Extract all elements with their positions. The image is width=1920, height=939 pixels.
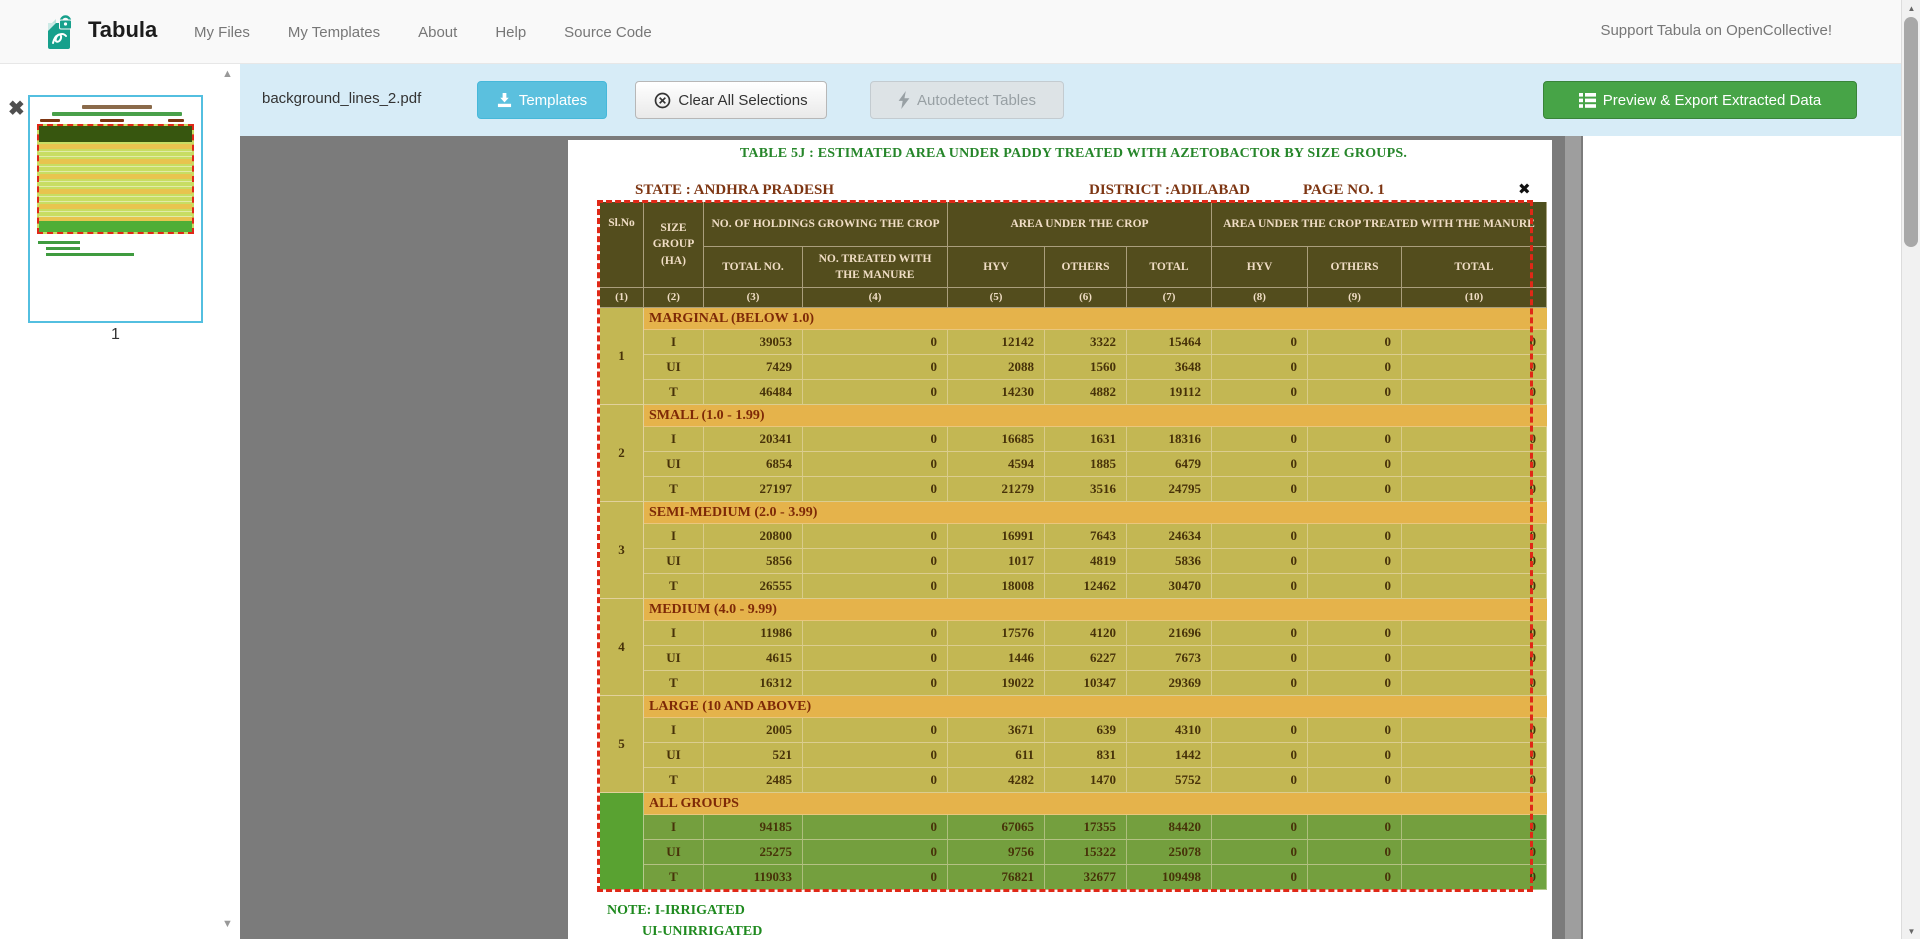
- autodetect-tables-button[interactable]: Autodetect Tables: [870, 81, 1064, 119]
- brand-title[interactable]: Tabula: [88, 17, 157, 43]
- table-list-icon: [1579, 93, 1596, 108]
- sidebar: ▲ ✖ 1 ▼: [0, 64, 240, 939]
- support-link[interactable]: Support Tabula on OpenCollective!: [1600, 22, 1832, 39]
- templates-button[interactable]: Templates: [477, 81, 607, 119]
- thumb-note-line: [38, 241, 80, 244]
- pdf-page-number-label: PAGE NO. 1: [1303, 182, 1385, 199]
- pdf-district-label: DISTRICT :ADILABAD: [1089, 182, 1250, 199]
- sidebar-scroll-down-icon[interactable]: ▼: [222, 918, 233, 930]
- pdf-table-title: TABLE 5J : ESTIMATED AREA UNDER PADDY TR…: [600, 146, 1547, 162]
- pdf-viewer-area: TABLE 5J : ESTIMATED AREA UNDER PADDY TR…: [240, 136, 1583, 939]
- tabula-logo-icon[interactable]: [46, 13, 78, 51]
- pdf-page[interactable]: TABLE 5J : ESTIMATED AREA UNDER PADDY TR…: [568, 140, 1552, 939]
- thumb-title-line: [82, 105, 152, 109]
- pdf-note-line-1: NOTE: I-IRRIGATED: [607, 903, 745, 919]
- toolbar: background_lines_2.pdf Templates Clear A…: [240, 64, 1920, 136]
- table-selection-box[interactable]: [597, 200, 1533, 892]
- clear-button-label: Clear All Selections: [678, 92, 807, 109]
- lightning-bolt-icon: [898, 91, 910, 109]
- circle-x-icon: [654, 92, 671, 109]
- nav-item-my-templates[interactable]: My Templates: [288, 24, 380, 41]
- selection-close-icon[interactable]: ✖: [1518, 180, 1531, 198]
- nav-item-source-code[interactable]: Source Code: [564, 24, 652, 41]
- window-scrollbar[interactable]: ▲ ▼: [1901, 0, 1920, 939]
- autodetect-button-label: Autodetect Tables: [917, 92, 1036, 109]
- thumb-note-line: [46, 247, 80, 250]
- nav-item-my-files[interactable]: My Files: [194, 24, 250, 41]
- nav-item-help[interactable]: Help: [495, 24, 526, 41]
- open-file-name: background_lines_2.pdf: [262, 90, 421, 107]
- export-button-label: Preview & Export Extracted Data: [1603, 92, 1821, 109]
- scrollbar-up-icon[interactable]: ▲: [1902, 0, 1920, 16]
- scrollbar-thumb[interactable]: [1904, 17, 1918, 247]
- thumb-table-rows: [39, 142, 192, 225]
- templates-button-label: Templates: [519, 92, 587, 109]
- thumb-meta-line: [100, 119, 124, 122]
- thumb-note-line: [46, 253, 134, 256]
- nav-items: My Files My Templates About Help Source Code: [194, 0, 652, 64]
- remove-file-icon[interactable]: ✖: [8, 96, 25, 121]
- thumb-meta-line: [168, 119, 184, 122]
- page-thumbnail[interactable]: [28, 95, 203, 323]
- preview-export-button[interactable]: Preview & Export Extracted Data: [1543, 81, 1857, 119]
- save-icon: [497, 93, 512, 108]
- thumbnail-table-selection: [37, 124, 194, 234]
- sidebar-scroll-up-icon[interactable]: ▲: [222, 68, 233, 80]
- scrollbar-down-icon[interactable]: ▼: [1902, 923, 1920, 939]
- pdf-note-line-2: UI-UNIRRIGATED: [642, 924, 762, 939]
- top-nav: Tabula My Files My Templates About Help Sour…: [0, 0, 1920, 64]
- nav-item-about[interactable]: About: [418, 24, 457, 41]
- thumbnail-page-number: 1: [28, 326, 203, 344]
- thumb-table-footer: [39, 221, 192, 232]
- pdf-area-scrollbar[interactable]: [1565, 136, 1581, 939]
- clear-all-selections-button[interactable]: Clear All Selections: [635, 81, 827, 119]
- thumb-subtitle-line: [52, 112, 182, 116]
- pdf-state-label: STATE : ANDHRA PRADESH: [635, 182, 834, 199]
- thumb-meta-line: [40, 119, 60, 122]
- thumb-table-header: [39, 126, 192, 142]
